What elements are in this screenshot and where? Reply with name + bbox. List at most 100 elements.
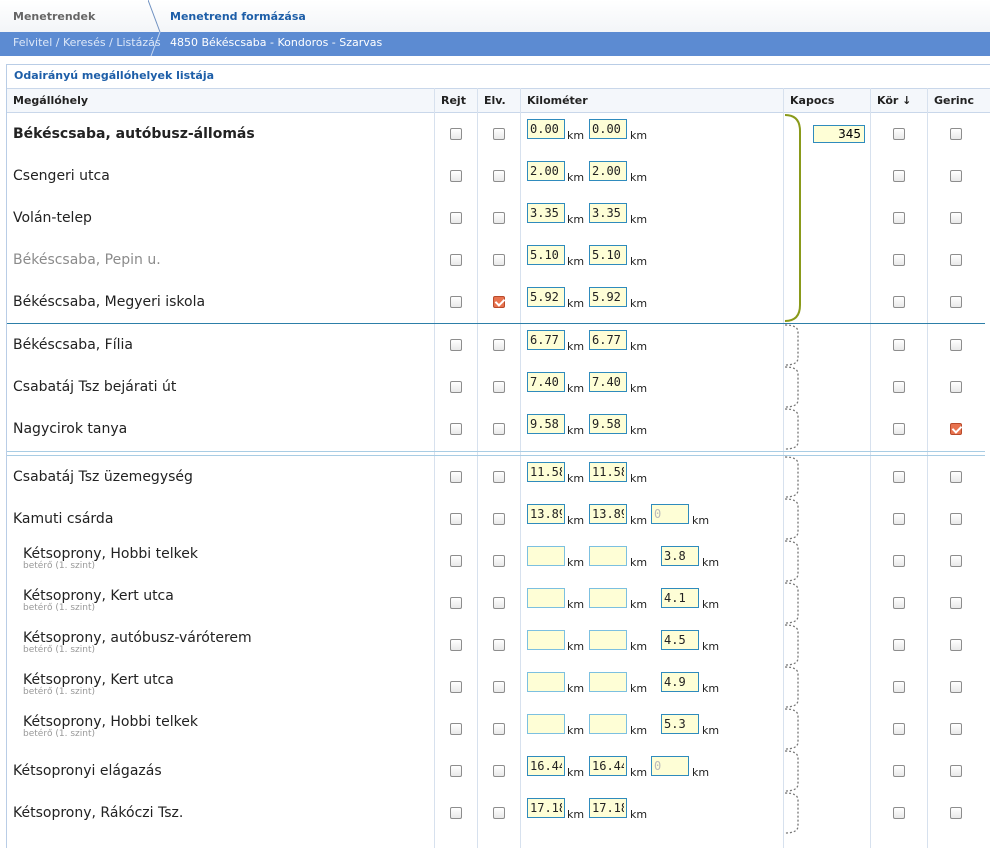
- elv-checkbox[interactable]: [493, 381, 505, 393]
- rejt-checkbox[interactable]: [450, 765, 462, 777]
- gerinc-checkbox[interactable]: [950, 212, 962, 224]
- kor-checkbox[interactable]: [893, 513, 905, 525]
- elv-checkbox[interactable]: [493, 170, 505, 182]
- gerinc-checkbox[interactable]: [950, 471, 962, 483]
- km-input[interactable]: [589, 119, 627, 139]
- km-input[interactable]: [589, 714, 627, 734]
- km-input[interactable]: [527, 372, 565, 392]
- kor-checkbox[interactable]: [893, 807, 905, 819]
- rejt-checkbox[interactable]: [450, 807, 462, 819]
- km-input[interactable]: [589, 414, 627, 434]
- gerinc-checkbox[interactable]: [950, 597, 962, 609]
- km-input[interactable]: [661, 672, 699, 692]
- kapocs-brace[interactable]: [782, 708, 806, 750]
- gerinc-checkbox[interactable]: [950, 296, 962, 308]
- breadcrumb-nav-link[interactable]: Felvitel / Keresés / Listázás: [13, 36, 161, 49]
- elv-checkbox[interactable]: [493, 723, 505, 735]
- gerinc-checkbox[interactable]: [950, 254, 962, 266]
- km-input[interactable]: [589, 161, 627, 181]
- breadcrumb-menetrendek[interactable]: Menetrendek: [13, 10, 95, 23]
- kapocs-brace[interactable]: [782, 498, 806, 540]
- km-input[interactable]: [527, 756, 565, 776]
- kapocs-brace[interactable]: [782, 366, 806, 408]
- km-input[interactable]: [589, 287, 627, 307]
- elv-checkbox[interactable]: [493, 513, 505, 525]
- rejt-checkbox[interactable]: [450, 296, 462, 308]
- km-input[interactable]: [589, 245, 627, 265]
- kapocs-brace[interactable]: [782, 408, 806, 450]
- gerinc-checkbox[interactable]: [950, 723, 962, 735]
- kor-checkbox[interactable]: [893, 212, 905, 224]
- rejt-checkbox[interactable]: [450, 212, 462, 224]
- elv-checkbox[interactable]: [493, 254, 505, 266]
- elv-checkbox[interactable]: [493, 597, 505, 609]
- kor-checkbox[interactable]: [893, 423, 905, 435]
- rejt-checkbox[interactable]: [450, 681, 462, 693]
- kor-checkbox[interactable]: [893, 597, 905, 609]
- km-input[interactable]: [527, 504, 565, 524]
- gerinc-checkbox[interactable]: [950, 681, 962, 693]
- kor-checkbox[interactable]: [893, 170, 905, 182]
- kapocs-brace[interactable]: [782, 540, 806, 582]
- elv-checkbox[interactable]: [493, 639, 505, 651]
- gerinc-checkbox[interactable]: [950, 423, 962, 435]
- km-input[interactable]: [589, 588, 627, 608]
- rejt-checkbox[interactable]: [450, 723, 462, 735]
- rejt-checkbox[interactable]: [450, 254, 462, 266]
- km-input[interactable]: [661, 714, 699, 734]
- km-input[interactable]: [661, 588, 699, 608]
- elv-checkbox[interactable]: [493, 471, 505, 483]
- km-input[interactable]: [527, 414, 565, 434]
- km-input[interactable]: [651, 504, 689, 524]
- km-input[interactable]: [661, 546, 699, 566]
- km-input[interactable]: [589, 504, 627, 524]
- rejt-checkbox[interactable]: [450, 597, 462, 609]
- km-input[interactable]: [527, 330, 565, 350]
- kapocs-brace[interactable]: [782, 666, 806, 708]
- kapocs-brace[interactable]: [782, 792, 806, 834]
- elv-checkbox[interactable]: [493, 765, 505, 777]
- km-input[interactable]: [589, 462, 627, 482]
- km-input[interactable]: [527, 546, 565, 566]
- km-input[interactable]: [527, 287, 565, 307]
- elv-checkbox[interactable]: [493, 423, 505, 435]
- gerinc-checkbox[interactable]: [950, 639, 962, 651]
- km-input[interactable]: [527, 203, 565, 223]
- rejt-checkbox[interactable]: [450, 513, 462, 525]
- rejt-checkbox[interactable]: [450, 471, 462, 483]
- km-input[interactable]: [527, 161, 565, 181]
- kor-checkbox[interactable]: [893, 639, 905, 651]
- kapocs-brace[interactable]: [782, 324, 806, 366]
- kor-checkbox[interactable]: [893, 128, 905, 140]
- km-input[interactable]: [527, 588, 565, 608]
- gerinc-checkbox[interactable]: [950, 513, 962, 525]
- elv-checkbox[interactable]: [493, 339, 505, 351]
- kor-checkbox[interactable]: [893, 381, 905, 393]
- gerinc-checkbox[interactable]: [950, 381, 962, 393]
- km-input[interactable]: [527, 798, 565, 818]
- kor-checkbox[interactable]: [893, 765, 905, 777]
- km-input[interactable]: [661, 630, 699, 650]
- rejt-checkbox[interactable]: [450, 423, 462, 435]
- km-input[interactable]: [589, 756, 627, 776]
- rejt-checkbox[interactable]: [450, 381, 462, 393]
- km-input[interactable]: [589, 546, 627, 566]
- elv-checkbox[interactable]: [493, 555, 505, 567]
- km-input[interactable]: [589, 203, 627, 223]
- elv-checkbox[interactable]: [493, 212, 505, 224]
- kor-checkbox[interactable]: [893, 471, 905, 483]
- rejt-checkbox[interactable]: [450, 639, 462, 651]
- kapocs-brace[interactable]: [782, 456, 806, 498]
- km-input[interactable]: [589, 672, 627, 692]
- rejt-checkbox[interactable]: [450, 170, 462, 182]
- km-input[interactable]: [651, 756, 689, 776]
- rejt-checkbox[interactable]: [450, 555, 462, 567]
- km-input[interactable]: [589, 330, 627, 350]
- km-input[interactable]: [527, 245, 565, 265]
- kapocs-brace[interactable]: [782, 750, 806, 792]
- gerinc-checkbox[interactable]: [950, 807, 962, 819]
- gerinc-checkbox[interactable]: [950, 555, 962, 567]
- km-input[interactable]: [589, 372, 627, 392]
- km-input[interactable]: [589, 630, 627, 650]
- km-input[interactable]: [589, 798, 627, 818]
